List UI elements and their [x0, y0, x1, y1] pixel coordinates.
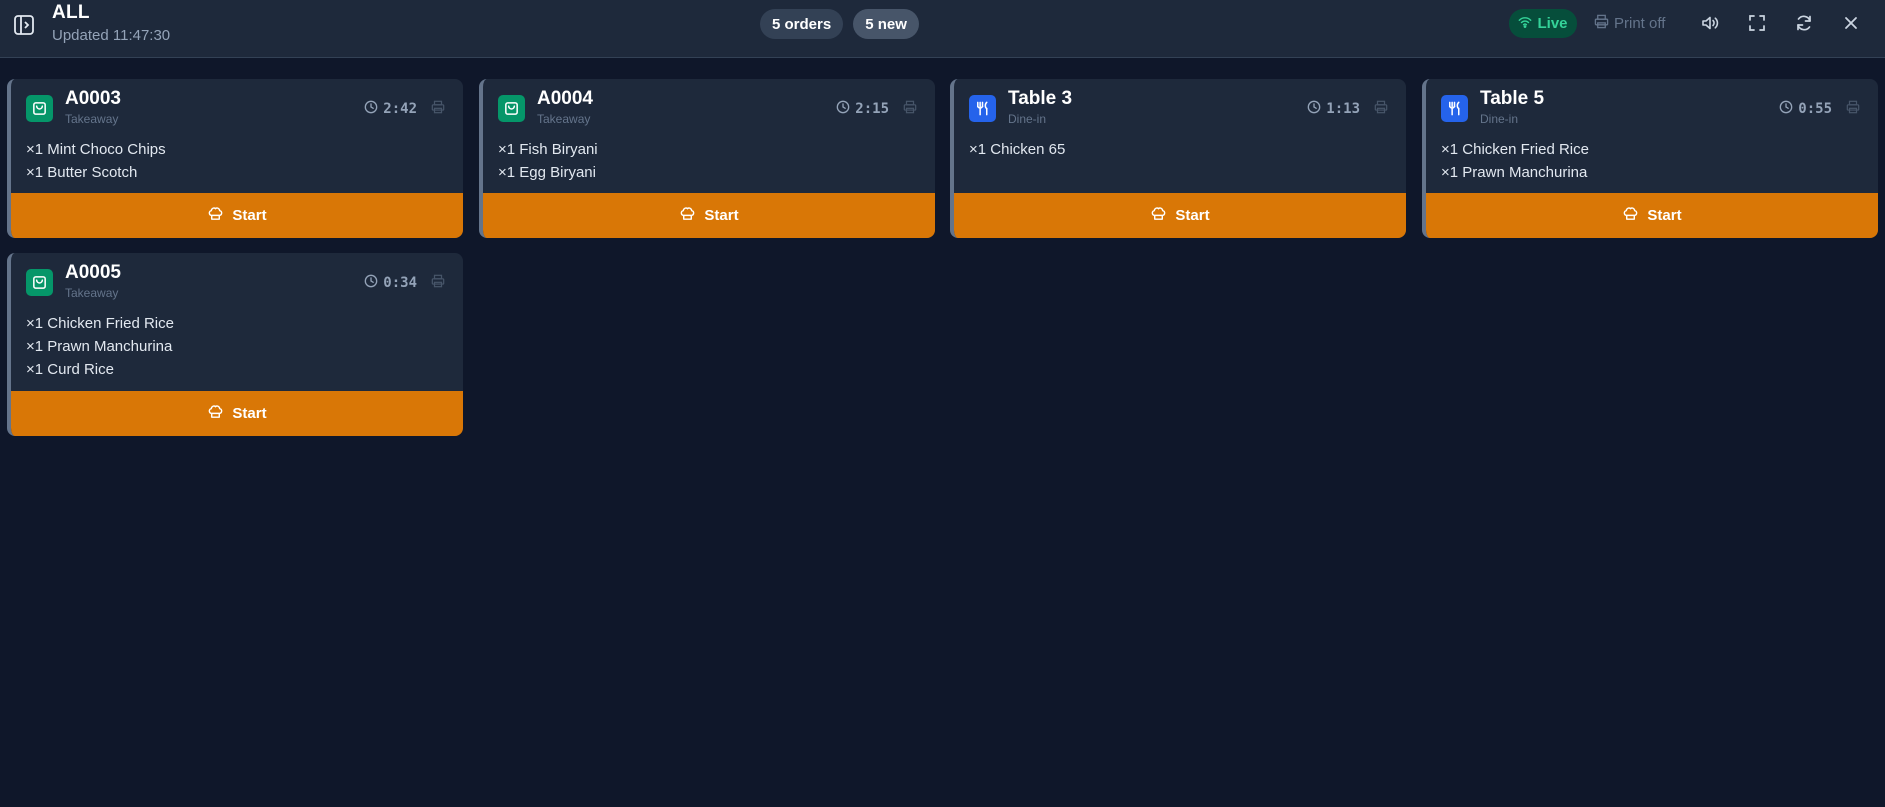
order-timer-value: 1:13 [1326, 101, 1360, 117]
printer-icon [1594, 14, 1609, 33]
clock-icon [364, 100, 378, 118]
order-name: Table 3 [1008, 88, 1073, 109]
new-count-badge[interactable]: 5 new [853, 9, 919, 39]
order-timer-value: 2:42 [383, 101, 417, 117]
order-items: ×1 Chicken Fried Rice ×1 Prawn Manchurina… [11, 303, 463, 381]
title-block: ALL Updated 11:47:30 [52, 2, 170, 46]
order-name: Table 5 [1480, 88, 1545, 109]
order-items: ×1 Fish Biryani ×1 Egg Biryani [483, 129, 935, 184]
order-item: ×1 Curd Rice [26, 361, 114, 378]
order-type-label: Dine-in [1480, 112, 1519, 126]
order-item: ×1 Prawn Manchurina [1441, 164, 1588, 181]
takeaway-bag-icon [26, 269, 53, 296]
start-button[interactable]: Start [11, 391, 463, 436]
chef-hat-icon [1150, 205, 1167, 226]
chef-hat-icon [1622, 205, 1639, 226]
start-button-label: Start [704, 207, 739, 224]
order-items: ×1 Mint Choco Chips ×1 Butter Scotch [11, 129, 463, 184]
order-card-header: A0004 Takeaway 2:15 [483, 79, 935, 129]
order-item: ×1 Fish Biryani [498, 141, 598, 158]
order-card[interactable]: Table 3 Dine-in 1:13 ×1 Chicken 65 Start [950, 79, 1406, 238]
order-type-label: Takeaway [65, 286, 119, 300]
top-bar: ALL Updated 11:47:30 5 orders 5 new Live… [0, 0, 1885, 58]
order-type-label: Dine-in [1008, 112, 1047, 126]
order-item: ×1 Chicken Fried Rice [1441, 141, 1589, 158]
clock-icon [1779, 100, 1793, 118]
order-timer-value: 0:55 [1798, 101, 1832, 117]
start-button[interactable]: Start [483, 193, 935, 238]
order-card-header: A0005 Takeaway 0:34 [11, 253, 463, 303]
print-toggle[interactable]: Print off [1594, 9, 1665, 38]
order-item: ×1 Prawn Manchurina [26, 338, 173, 355]
takeaway-bag-icon [26, 95, 53, 122]
order-type-label: Takeaway [537, 112, 591, 126]
dine-in-cutlery-icon [1441, 95, 1468, 122]
order-name: A0005 [65, 262, 121, 283]
print-label: Print off [1614, 15, 1666, 32]
order-counts: 5 orders 5 new [760, 9, 919, 39]
printer-icon[interactable] [429, 272, 447, 290]
order-card-header: Table 3 Dine-in 1:13 [954, 79, 1406, 129]
start-button[interactable]: Start [954, 193, 1406, 238]
start-button[interactable]: Start [1426, 193, 1878, 238]
printer-icon[interactable] [1372, 98, 1390, 116]
order-item: ×1 Mint Choco Chips [26, 141, 166, 158]
order-timer: 2:42 [364, 100, 417, 118]
order-timer: 2:15 [836, 100, 889, 118]
printer-icon[interactable] [1844, 98, 1862, 116]
order-name: A0003 [65, 88, 121, 109]
order-item: ×1 Chicken 65 [969, 141, 1066, 158]
refresh-icon[interactable] [1792, 11, 1816, 35]
order-card[interactable]: A0003 Takeaway 2:42 ×1 Mint Choco Chips … [7, 79, 463, 238]
order-items: ×1 Chicken 65 [954, 129, 1406, 161]
order-timer-value: 0:34 [383, 275, 417, 291]
chef-hat-icon [207, 403, 224, 424]
dine-in-cutlery-icon [969, 95, 996, 122]
start-button[interactable]: Start [11, 193, 463, 238]
clock-icon [1307, 100, 1321, 118]
order-item: ×1 Egg Biryani [498, 164, 596, 181]
start-button-label: Start [232, 405, 267, 422]
printer-icon[interactable] [429, 98, 447, 116]
start-button-label: Start [1647, 207, 1682, 224]
updated-timestamp: Updated 11:47:30 [52, 27, 171, 44]
chef-hat-icon [207, 205, 224, 226]
order-card-header: A0003 Takeaway 2:42 [11, 79, 463, 129]
close-icon[interactable] [1839, 11, 1863, 35]
order-card[interactable]: A0005 Takeaway 0:34 ×1 Chicken Fried Ric… [7, 253, 463, 436]
order-card[interactable]: A0004 Takeaway 2:15 ×1 Fish Biryani ×1 E… [479, 79, 935, 238]
printer-icon[interactable] [901, 98, 919, 116]
order-timer: 0:34 [364, 274, 417, 292]
order-item: ×1 Chicken Fried Rice [26, 315, 174, 332]
order-card[interactable]: Table 5 Dine-in 0:55 ×1 Chicken Fried Ri… [1422, 79, 1878, 238]
clock-icon [836, 100, 850, 118]
orders-count-badge[interactable]: 5 orders [760, 9, 844, 39]
order-card-header: Table 5 Dine-in 0:55 [1426, 79, 1878, 129]
wifi-icon [1518, 15, 1532, 33]
sidebar-toggle-icon[interactable] [12, 13, 36, 37]
start-button-label: Start [232, 207, 267, 224]
order-timer-value: 2:15 [855, 101, 889, 117]
order-item: ×1 Butter Scotch [26, 164, 138, 181]
order-name: A0004 [537, 88, 593, 109]
page-title: ALL [52, 2, 90, 23]
live-status-badge[interactable]: Live [1509, 9, 1577, 38]
fullscreen-icon[interactable] [1745, 11, 1769, 35]
order-items: ×1 Chicken Fried Rice ×1 Prawn Manchurina [1426, 129, 1878, 184]
chef-hat-icon [679, 205, 696, 226]
takeaway-bag-icon [498, 95, 525, 122]
order-type-label: Takeaway [65, 112, 119, 126]
start-button-label: Start [1175, 207, 1210, 224]
order-timer: 1:13 [1307, 100, 1360, 118]
live-label: Live [1537, 15, 1568, 32]
order-timer: 0:55 [1779, 100, 1832, 118]
clock-icon [364, 274, 378, 292]
volume-icon[interactable] [1698, 11, 1722, 35]
